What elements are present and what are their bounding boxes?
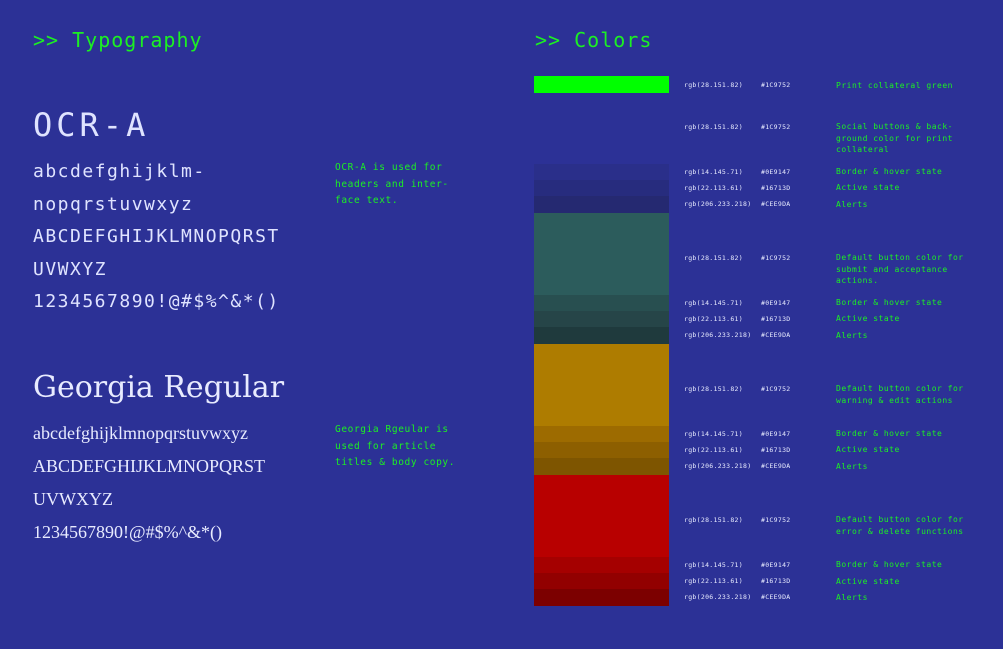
hex-value: #16713D [761,315,791,323]
swatch-red-active [534,573,669,589]
rgb-value: rgb(14.145.71) [684,561,743,569]
swatch-blue-active [534,180,669,196]
rgb-value: rgb(22.113.61) [684,315,743,323]
colors-title: >> Colors [535,28,653,52]
hex-value: #CEE9DA [761,593,791,601]
georgia-heading: Georgia Regular [33,370,285,405]
swatch-teal-default [534,213,669,295]
hex-value: #1C9752 [761,516,791,524]
rgb-value: rgb(28.151.82) [684,81,743,89]
color-description: Default button color for warning & edit … [836,384,964,405]
rgb-value: rgb(28.151.82) [684,516,743,524]
color-description: Active state [836,183,900,192]
color-description: Alerts [836,331,868,340]
rgb-value: rgb(206.233.218) [684,593,752,601]
color-description: Default button color for error & delete … [836,515,964,536]
typography-title: >> Typography [33,28,203,52]
swatch-teal-alerts [534,327,669,344]
rgb-value: rgb(206.233.218) [684,200,752,208]
color-description: Alerts [836,200,868,209]
swatch-blue-border-hover [534,164,669,180]
color-description: Border & hover state [836,429,943,438]
swatch-teal-active [534,311,669,327]
georgia-line-lowercase: abcdefghijklmnopqrstuvwxyz [33,423,248,443]
hex-value: #CEE9DA [761,331,791,339]
rgb-value: rgb(14.145.71) [684,168,743,176]
georgia-line-numerals: 1234567890!@#$%^&*() [33,522,222,542]
swatch-social-background [534,93,669,164]
hex-value: #1C9752 [761,385,791,393]
ocr-a-usage-note: OCR-A is used for headers and inter-face… [335,162,449,206]
ocr-a-line-lowercase-1: abcdefghijklm- [33,161,206,182]
swatch-red-alerts [534,589,669,606]
swatch-teal-border-hover [534,295,669,311]
rgb-value: rgb(22.113.61) [684,446,743,454]
rgb-value: rgb(14.145.71) [684,430,743,438]
hex-value: #CEE9DA [761,200,791,208]
ocr-a-line-uppercase-1: ABCDEFGHIJKLMNOPQRST [33,226,280,247]
hex-value: #0E9147 [761,561,791,569]
hex-value: #CEE9DA [761,462,791,470]
color-description: Border & hover state [836,167,943,176]
ocr-a-line-uppercase-2: UVWXYZ [33,258,108,280]
rgb-value: rgb(206.233.218) [684,331,752,339]
rgb-value: rgb(28.151.82) [684,123,743,131]
rgb-value: rgb(28.151.82) [684,254,743,262]
color-description: Alerts [836,593,868,602]
hex-value: #0E9147 [761,299,791,307]
color-description: Social buttons & back-ground color for p… [836,122,953,154]
hex-value: #1C9752 [761,81,791,89]
ocr-a-line-numerals: 1234567890!@#$%^&*() [33,291,280,312]
color-description: Active state [836,314,900,323]
color-description: Alerts [836,462,868,471]
color-description: Border & hover state [836,560,943,569]
swatch-red-default [534,475,669,557]
ocr-a-line-lowercase-2: nopqrstuvwxyz [33,193,194,215]
color-description: Border & hover state [836,298,943,307]
rgb-value: rgb(22.113.61) [684,577,743,585]
georgia-line-uppercase-1: ABCDEFGHIJKLMNOPQRST [33,456,266,476]
rgb-value: rgb(28.151.82) [684,385,743,393]
hex-value: #0E9147 [761,430,791,438]
georgia-line-uppercase-2: UVWXYZ [33,489,113,509]
swatch-gold-alerts [534,458,669,475]
swatch-gold-border-hover [534,426,669,442]
ocr-a-heading: OCR-A [33,106,150,144]
hex-value: #1C9752 [761,123,791,131]
hex-value: #0E9147 [761,168,791,176]
color-description: Active state [836,577,900,586]
hex-value: #16713D [761,446,791,454]
hex-value: #16713D [761,184,791,192]
swatch-gold-default [534,344,669,426]
ocr-a-specimen: abcdefghijklm- nopqrstuvwxyz ABCDEFGHIJK… [33,156,280,319]
color-description: Default button color for submit and acce… [836,253,964,285]
swatch-red-border-hover [534,557,669,573]
rgb-value: rgb(14.145.71) [684,299,743,307]
rgb-value: rgb(22.113.61) [684,184,743,192]
swatch-gold-active [534,442,669,458]
rgb-value: rgb(206.233.218) [684,462,752,470]
hex-value: #16713D [761,577,791,585]
georgia-usage-note: Georgia Rgeular is used for article titl… [335,424,456,468]
color-description: Print collateral green [836,81,953,90]
hex-value: #1C9752 [761,254,791,262]
swatch-blue-alerts [534,196,669,213]
georgia-specimen: abcdefghijklmnopqrstuvwxyz ABCDEFGHIJKLM… [33,417,265,549]
swatch-print-green [534,76,669,93]
color-description: Active state [836,445,900,454]
